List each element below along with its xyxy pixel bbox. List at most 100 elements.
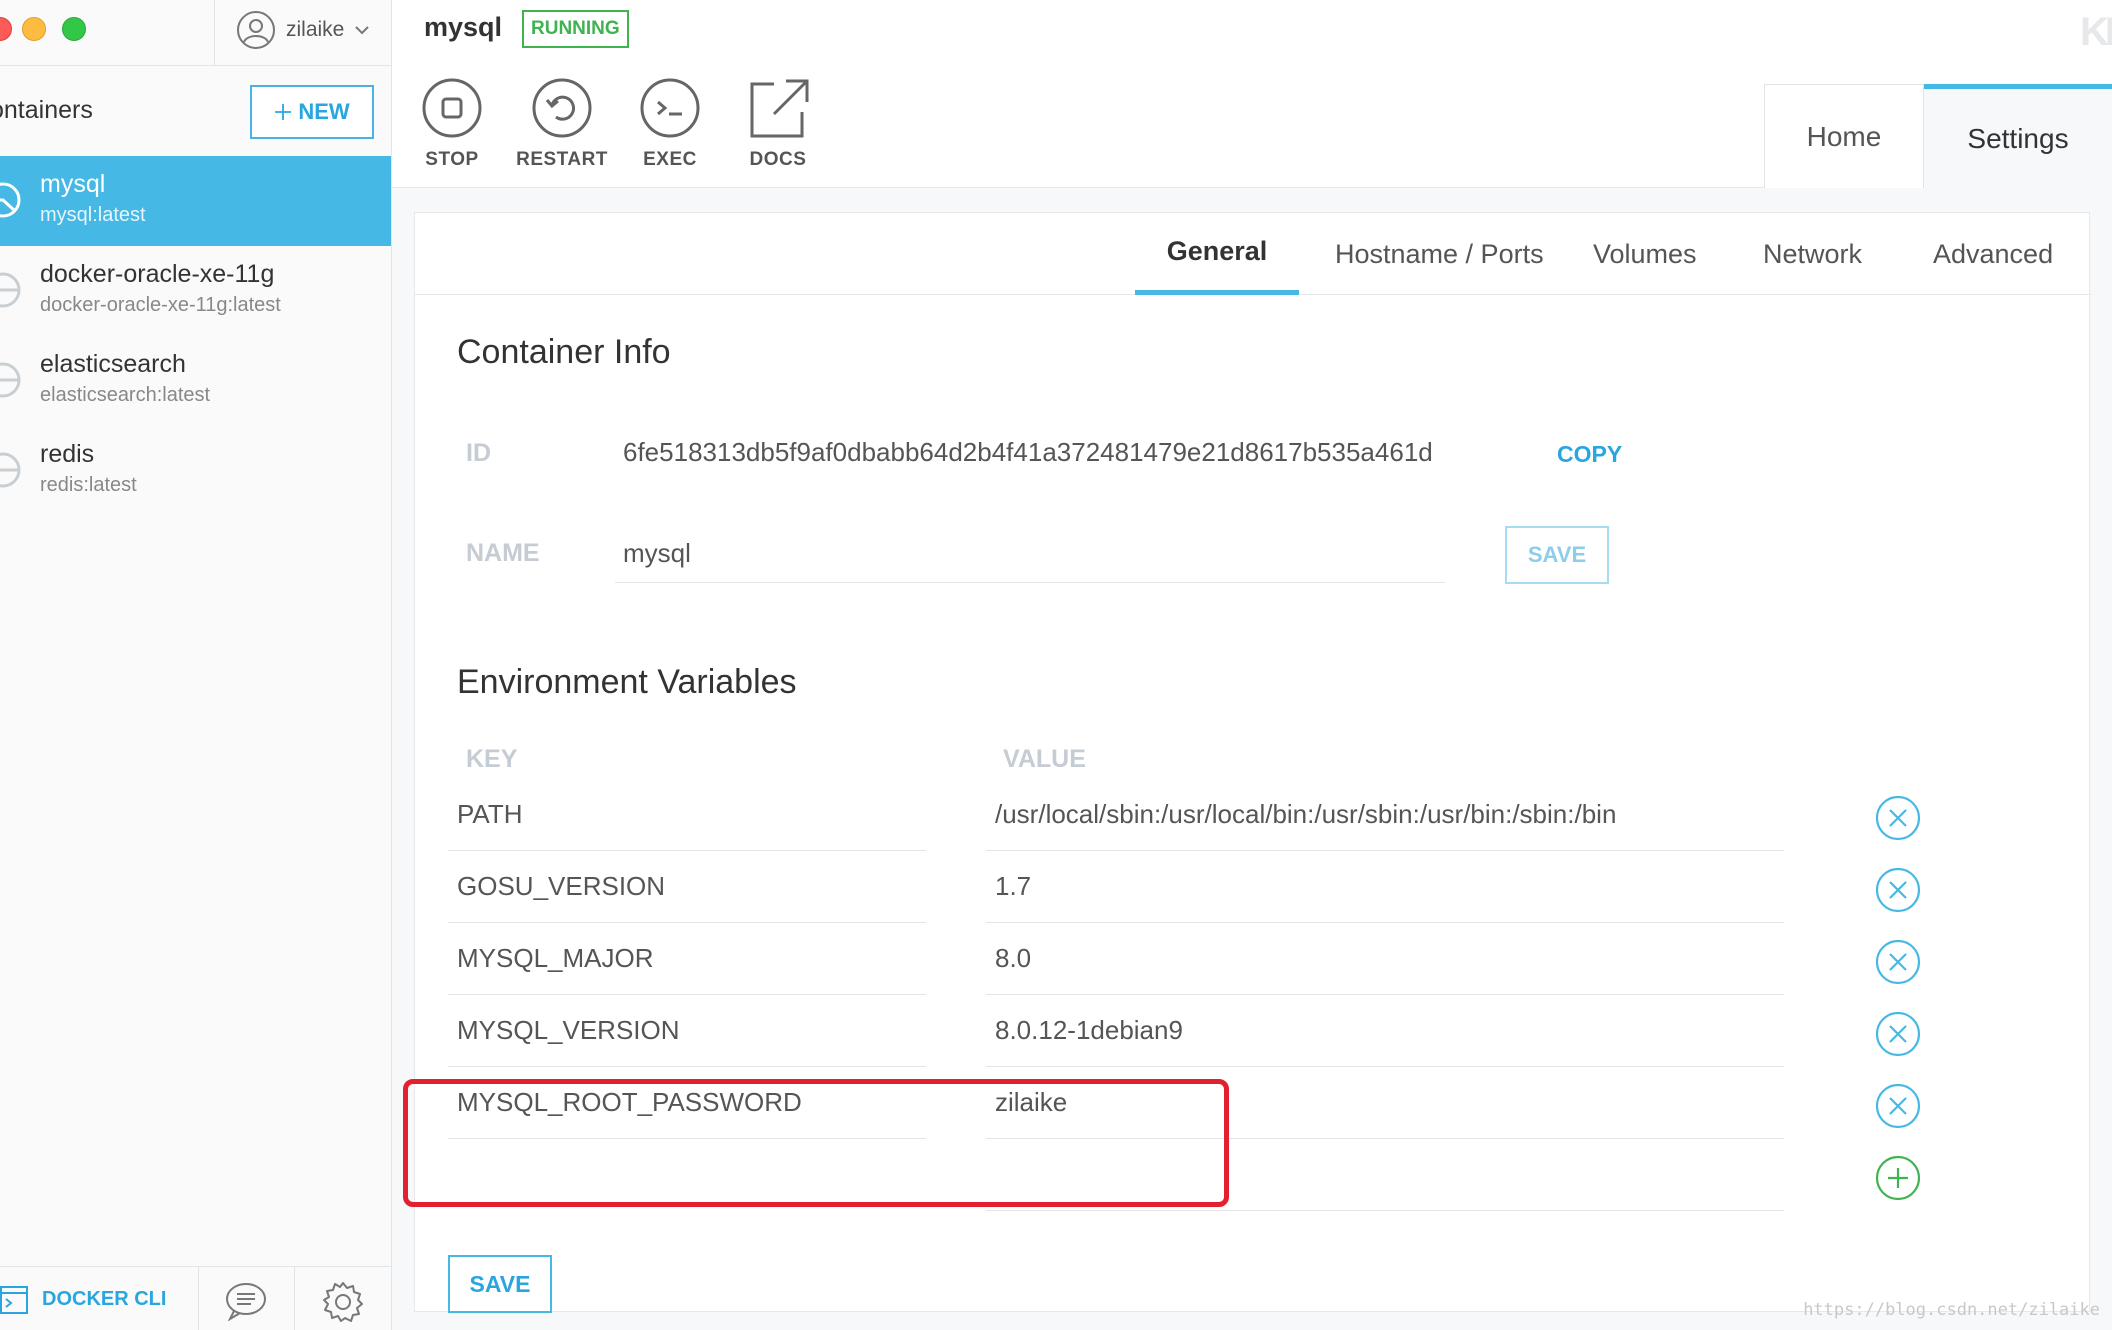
env-value-input[interactable] (986, 995, 1784, 1067)
subtab-volumes[interactable]: Volumes (1593, 213, 1697, 295)
remove-circle-icon[interactable] (1875, 867, 1921, 913)
container-name: mysql (40, 170, 106, 198)
stop-button[interactable]: STOP (404, 78, 500, 171)
container-stopped-icon (0, 362, 21, 398)
env-row-new (415, 1139, 2091, 1211)
env-key-input[interactable] (448, 1067, 926, 1139)
container-image: docker-oracle-xe-11g:latest (40, 294, 281, 316)
remove-circle-icon[interactable] (1875, 1083, 1921, 1129)
copy-id-button[interactable]: COPY (1557, 441, 1622, 468)
sidebar: zilaike ontainers NEW mysql mysql:latest (0, 0, 392, 1330)
env-value-input[interactable] (986, 923, 1784, 995)
container-name-input[interactable] (615, 525, 1445, 583)
containers-title: ontainers (0, 96, 93, 124)
remove-circle-icon[interactable] (1875, 1011, 1921, 1057)
status-badge: RUNNING (522, 10, 629, 48)
env-row (415, 1067, 2091, 1139)
chevron-down-icon (355, 26, 370, 35)
container-title: mysql (424, 12, 503, 42)
env-value-input[interactable] (986, 851, 1784, 923)
external-link-icon (750, 79, 809, 138)
add-circle-icon[interactable] (1875, 1155, 1921, 1201)
container-header: mysql RUNNING STOP RESTART EXEC DOCS KI … (392, 0, 2112, 188)
settings-subtabs: General Hostname / Ports Volumes Network… (415, 213, 2091, 295)
env-key-input-new[interactable] (448, 1139, 926, 1211)
container-stopped-icon (0, 452, 21, 488)
user-menu[interactable]: zilaike (236, 8, 370, 52)
docker-cli-label: DOCKER CLI (42, 1287, 167, 1310)
container-item-redis[interactable]: redis redis:latest (0, 426, 391, 516)
env-row (415, 923, 2091, 995)
restart-button[interactable]: RESTART (514, 78, 610, 171)
sidebar-footer: DOCKER CLI (0, 1266, 391, 1330)
close-window-button[interactable] (0, 17, 12, 41)
env-key-input[interactable] (448, 995, 926, 1067)
restart-label: RESTART (516, 149, 608, 170)
new-container-button[interactable]: NEW (250, 85, 374, 139)
save-env-button[interactable]: SAVE (448, 1255, 552, 1313)
container-name: docker-oracle-xe-11g (40, 260, 275, 288)
divider (214, 0, 215, 66)
env-value-input-new[interactable] (986, 1139, 1784, 1211)
container-running-icon (0, 182, 21, 218)
key-column-header: KEY (466, 745, 518, 773)
env-vars-title: Environment Variables (457, 663, 797, 701)
container-image: mysql:latest (40, 204, 146, 226)
subtab-network[interactable]: Network (1763, 213, 1862, 295)
zoom-window-button[interactable] (62, 17, 86, 41)
docs-label: DOCS (749, 149, 807, 170)
env-key-input[interactable] (448, 851, 926, 923)
minimize-window-button[interactable] (22, 17, 46, 41)
kitematic-logo: KI (2080, 10, 2112, 54)
container-item-elasticsearch[interactable]: elasticsearch elasticsearch:latest (0, 336, 391, 426)
subtab-general[interactable]: General (1135, 213, 1299, 295)
container-item-docker-oracle-xe-11g[interactable]: docker-oracle-xe-11g docker-oracle-xe-11… (0, 246, 391, 336)
restart-icon (532, 78, 592, 138)
remove-circle-icon[interactable] (1875, 939, 1921, 985)
id-label: ID (466, 439, 491, 467)
window-titlebar: zilaike (0, 0, 391, 66)
settings-panel: General Hostname / Ports Volumes Network… (403, 212, 2091, 1313)
env-value-input[interactable] (986, 779, 1784, 851)
tab-home[interactable]: Home (1764, 84, 1924, 188)
remove-circle-icon[interactable] (1875, 795, 1921, 841)
terminal-icon (640, 78, 700, 138)
env-key-input[interactable] (448, 779, 926, 851)
docs-button[interactable]: DOCS (730, 78, 826, 171)
container-image: redis:latest (40, 474, 137, 496)
env-row (415, 779, 2091, 851)
container-id-value: 6fe518313db5f9af0dbabb64d2b4f41a37248147… (623, 437, 1433, 467)
container-image: elasticsearch:latest (40, 384, 211, 406)
watermark: https://blog.csdn.net/zilaike (1803, 1300, 2100, 1320)
containers-header: ontainers NEW (0, 66, 391, 156)
stop-icon (422, 78, 482, 138)
divider (294, 1267, 295, 1330)
env-value-input[interactable] (986, 1067, 1784, 1139)
subtab-hostname-ports[interactable]: Hostname / Ports (1335, 213, 1544, 295)
env-key-input[interactable] (448, 923, 926, 995)
terminal-window-icon (0, 1286, 28, 1314)
container-info-title: Container Info (457, 333, 671, 371)
subtab-advanced[interactable]: Advanced (1933, 213, 2053, 295)
docker-cli-button[interactable]: DOCKER CLI (0, 1267, 198, 1330)
main-area: mysql RUNNING STOP RESTART EXEC DOCS KI … (392, 0, 2112, 1330)
exec-button[interactable]: EXEC (622, 78, 718, 171)
exec-label: EXEC (643, 149, 697, 170)
chat-feedback-icon[interactable] (224, 1281, 268, 1321)
save-name-button[interactable]: SAVE (1505, 526, 1609, 584)
container-list: mysql mysql:latest docker-oracle-xe-11g … (0, 156, 391, 516)
gear-icon[interactable] (322, 1281, 364, 1323)
value-column-header: VALUE (1003, 745, 1086, 773)
username: zilaike (286, 18, 345, 41)
tab-settings[interactable]: Settings (1924, 84, 2112, 188)
container-item-mysql[interactable]: mysql mysql:latest (0, 156, 391, 246)
plus-icon (275, 104, 292, 120)
divider (198, 1267, 199, 1330)
env-row (415, 995, 2091, 1067)
stop-label: STOP (425, 149, 479, 170)
container-stopped-icon (0, 272, 21, 308)
container-name: redis (40, 440, 95, 468)
env-row (415, 851, 2091, 923)
new-button-label: NEW (298, 99, 350, 124)
name-label: NAME (466, 539, 540, 567)
